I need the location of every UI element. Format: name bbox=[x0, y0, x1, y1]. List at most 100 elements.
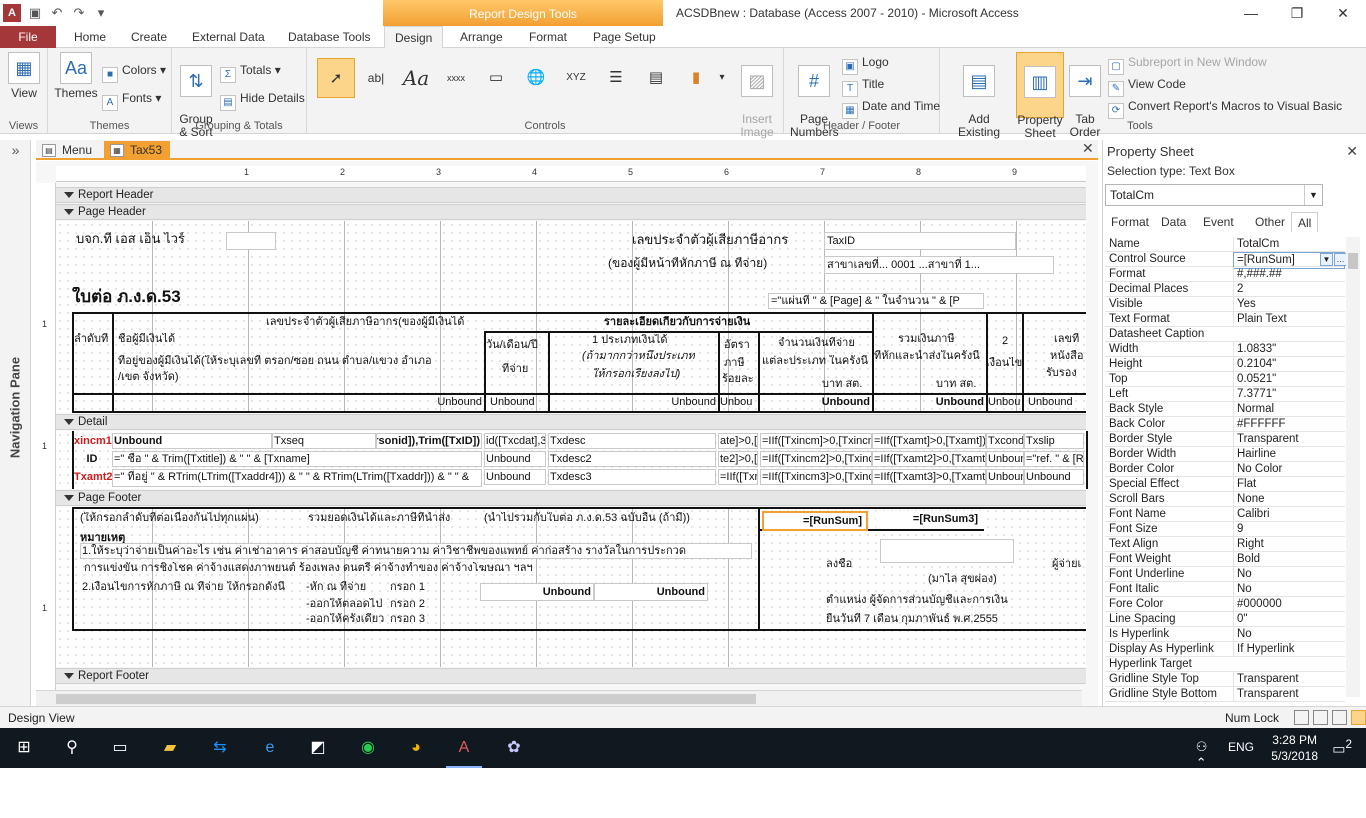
property-value[interactable]: 2 bbox=[1233, 282, 1345, 297]
clock[interactable]: 3:28 PM 5/3/2018 bbox=[1271, 732, 1318, 764]
txamt2-field[interactable]: =IIf([Txamt2]>0,[Txamt2] bbox=[872, 451, 986, 467]
hyperlink-control-icon[interactable]: 🌐 bbox=[517, 58, 555, 98]
navigation-pane[interactable]: » Navigation Pane bbox=[0, 140, 31, 706]
name-expression-field[interactable]: =" ชื่อ " & Trim([Txtitle]) & " " & [Txn… bbox=[112, 451, 482, 467]
doc-tab-tax53[interactable]: ▦ Tax53 bbox=[104, 141, 171, 160]
property-row[interactable]: Name TotalCm bbox=[1105, 237, 1345, 252]
header-unbound[interactable]: Unbound bbox=[890, 396, 984, 409]
rate2-field[interactable]: te2]>0,[ bbox=[718, 451, 758, 467]
col-income-type[interactable]: 1 ประเภทเงินได้ bbox=[592, 334, 668, 347]
tab-external-data[interactable]: External Data bbox=[182, 26, 275, 48]
chevron-down-icon[interactable]: ▼ bbox=[1304, 185, 1322, 205]
add-existing-fields-button[interactable]: ▤ Add Existing Fields bbox=[946, 52, 1012, 152]
property-value[interactable]: Normal bbox=[1233, 402, 1345, 417]
cond-2-value[interactable]: กรอก 2 bbox=[390, 598, 425, 611]
col-name[interactable]: ชื่อผู้มีเงินได้ bbox=[118, 333, 175, 346]
edge-icon[interactable]: e bbox=[256, 734, 284, 762]
convert-macros-button[interactable]: ⟳ Convert Report's Macros to Visual Basic bbox=[1108, 96, 1342, 119]
col-amount-2[interactable]: แต่ละประเภท ในครั้งนี้ bbox=[762, 355, 868, 368]
txamt3-field[interactable]: =IIf([Txamt3]>0,[Txamt3] bbox=[872, 469, 986, 485]
signer-position[interactable]: ตำแหน่ง ผู้จัดการส่วนบัญชีและการเงิน bbox=[826, 594, 1008, 607]
txseq-field[interactable]: Txseq bbox=[272, 433, 376, 449]
layout-view-icon[interactable] bbox=[1332, 710, 1347, 725]
property-row[interactable]: Font Weight Bold bbox=[1105, 552, 1345, 567]
prop-tab-all[interactable]: All bbox=[1291, 212, 1319, 232]
txdesc-field[interactable]: Txdesc bbox=[548, 433, 716, 449]
property-row[interactable]: Font Underline No bbox=[1105, 567, 1345, 582]
tab-format[interactable]: Format bbox=[519, 26, 577, 48]
header-unbound[interactable]: Unbound bbox=[776, 396, 870, 409]
property-value[interactable]: No bbox=[1233, 567, 1345, 582]
property-row[interactable]: Back Color #FFFFFF bbox=[1105, 417, 1345, 432]
property-value[interactable]: No bbox=[1233, 582, 1345, 597]
property-value[interactable]: #,###.## bbox=[1233, 267, 1345, 282]
footer-unbound-2[interactable]: Unbound bbox=[594, 583, 708, 601]
option-group-control[interactable]: XYZ bbox=[557, 58, 595, 98]
txincm3-field[interactable]: =IIf([Txincm3]>0,[Txinc bbox=[760, 469, 872, 485]
restore-button[interactable]: ❐ bbox=[1274, 0, 1320, 26]
col-tax[interactable]: รวมเงินภาษี bbox=[898, 333, 955, 346]
chevron-down-icon[interactable]: ▼ bbox=[1320, 253, 1333, 266]
section-report-header[interactable]: Report Header bbox=[56, 187, 1086, 203]
tab-home[interactable]: Home bbox=[64, 26, 116, 48]
remark-1[interactable]: 1.ให้ระบุว่าจ่ายเป็นค่าอะไร เช่น ค่าเช่า… bbox=[80, 543, 752, 559]
detail-unbound-cond2[interactable]: Unboun bbox=[986, 451, 1024, 467]
detail-area[interactable]: xincm1 Unbound Txseq ersonid]),Trim([TxI… bbox=[56, 431, 1088, 489]
section-detail[interactable]: Detail bbox=[56, 414, 1086, 430]
property-row[interactable]: Font Italic No bbox=[1105, 582, 1345, 597]
col-cond-2[interactable]: เงื่อนไข bbox=[986, 357, 1022, 370]
property-row[interactable]: Is Hyperlink No bbox=[1105, 627, 1345, 642]
detail-label-id[interactable]: ID bbox=[74, 453, 110, 466]
chart-control-icon[interactable]: ▮ bbox=[677, 58, 715, 98]
ref-field[interactable]: ="ref. " & [R bbox=[1024, 451, 1084, 467]
minimize-button[interactable]: — bbox=[1228, 0, 1274, 26]
themes-button[interactable]: Aa Themes bbox=[54, 52, 98, 100]
scroll-thumb[interactable] bbox=[1348, 253, 1358, 269]
form-title[interactable]: ใบต่อ ภ.ง.ด.53 bbox=[72, 287, 181, 307]
property-value[interactable]: #000000 bbox=[1233, 597, 1345, 612]
report-view-icon[interactable] bbox=[1294, 710, 1309, 725]
customize-qat-icon[interactable]: ▾ bbox=[93, 5, 109, 21]
section-report-footer[interactable]: Report Footer bbox=[56, 668, 1086, 684]
view-button[interactable]: ▦ View bbox=[6, 52, 42, 100]
detail-unbound-3[interactable]: Unbound bbox=[484, 469, 546, 485]
selection-combo[interactable]: TotalCm ▼ bbox=[1105, 184, 1323, 206]
footer-note-seq[interactable]: (ให้กรอกลำดับที่ต่อเนื่องกันไปทุกแผ่น) bbox=[80, 512, 259, 525]
windows-start-icon[interactable]: ⊞ bbox=[10, 734, 38, 762]
header-unbound[interactable]: Unbou bbox=[988, 396, 1020, 409]
property-value[interactable]: Calibri bbox=[1233, 507, 1345, 522]
property-sheet-button[interactable]: ▥ Property Sheet bbox=[1016, 52, 1064, 140]
col-income-type-3[interactable]: ให้กรอกเรียงลงไป) bbox=[592, 368, 680, 381]
hide-details-button[interactable]: ▤ Hide Details bbox=[220, 88, 305, 111]
property-value[interactable]: 7.3771" bbox=[1233, 387, 1345, 402]
company-label[interactable]: บจก.ที เอส เอ็น ไวร์ bbox=[76, 232, 185, 245]
header-box[interactable] bbox=[226, 232, 276, 250]
txcond-field[interactable]: Txcond bbox=[986, 433, 1024, 449]
close-button[interactable]: ✕ bbox=[1320, 0, 1366, 26]
property-row[interactable]: Back Style Normal bbox=[1105, 402, 1345, 417]
signer-name[interactable]: (มาไล สุขผ่อง) bbox=[928, 573, 997, 586]
horizontal-scrollbar[interactable] bbox=[36, 690, 1082, 706]
prop-tab-other[interactable]: Other bbox=[1249, 212, 1291, 232]
property-scrollbar[interactable] bbox=[1346, 237, 1360, 697]
detail-unbound-2[interactable]: Unbound bbox=[484, 451, 546, 467]
property-row[interactable]: Gridline Style Top Transparent bbox=[1105, 672, 1345, 687]
filed-date[interactable]: ยื่นวันที่ 7 เดือน กุมภาพันธ์ พ.ศ.2555 bbox=[826, 613, 998, 626]
col-tax-3[interactable]: บาท สต. bbox=[936, 378, 976, 391]
property-row[interactable]: Border Color No Color bbox=[1105, 462, 1345, 477]
file-explorer-icon[interactable]: ▰ bbox=[156, 734, 184, 762]
property-row[interactable]: Scroll Bars None bbox=[1105, 492, 1345, 507]
txdesc3-field[interactable]: Txdesc3 bbox=[548, 469, 716, 485]
detail-unbound-field[interactable]: Unbound bbox=[112, 433, 272, 449]
col-date[interactable]: วัน/เดือน/ปี bbox=[486, 339, 538, 352]
cond-1-label[interactable]: -หัก ณ ที่จ่าย bbox=[306, 581, 366, 594]
col-rate-3[interactable]: ร้อยละ bbox=[722, 373, 754, 386]
property-value[interactable]: #FFFFFF bbox=[1233, 417, 1345, 432]
property-row[interactable]: Display As Hyperlink If Hyperlink bbox=[1105, 642, 1345, 657]
property-row[interactable]: Top 0.0521" bbox=[1105, 372, 1345, 387]
txincm2-field[interactable]: =IIf([Txincm2]>0,[Txincm2] bbox=[760, 451, 872, 467]
task-view-icon[interactable]: ▭ bbox=[106, 734, 134, 762]
property-value[interactable]: Flat bbox=[1233, 477, 1345, 492]
property-value[interactable]: Transparent bbox=[1233, 687, 1345, 702]
header-unbound[interactable]: Unbound bbox=[386, 396, 482, 409]
